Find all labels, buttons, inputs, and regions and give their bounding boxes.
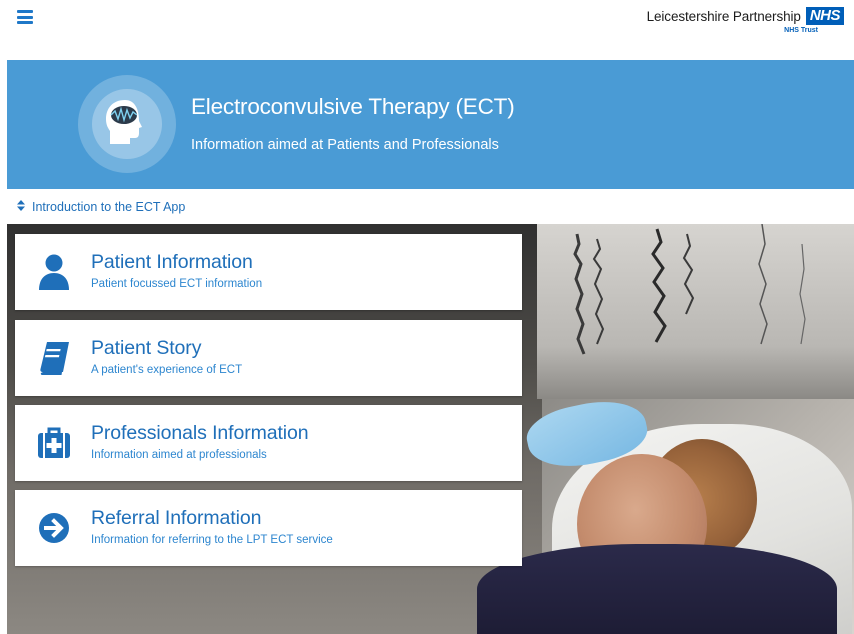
logo-trust-label: NHS Trust: [784, 27, 818, 34]
menu-card-patient-information[interactable]: Patient Information Patient focussed ECT…: [15, 234, 522, 310]
card-title: Patient Story: [91, 337, 202, 359]
logo-org-name: Leicestershire Partnership: [646, 8, 801, 24]
page-title: Electroconvulsive Therapy (ECT): [191, 94, 515, 119]
top-bar: Leicestershire Partnership NHS NHS Trust: [0, 0, 854, 58]
head-brainwave-icon: [78, 75, 176, 173]
card-description: Information for referring to the LPT ECT…: [91, 534, 333, 546]
nhs-trust-logo: Leicestershire Partnership NHS NHS Trust: [647, 7, 844, 34]
card-description: Patient focussed ECT information: [91, 278, 263, 290]
hamburger-icon[interactable]: [17, 10, 33, 24]
book-icon: [38, 338, 70, 378]
card-title: Referral Information: [91, 507, 262, 529]
menu-card-patient-story[interactable]: Patient Story A patient's experience of …: [15, 320, 522, 396]
menu-card-referral-information[interactable]: Referral Information Information for ref…: [15, 490, 522, 566]
user-icon: [38, 252, 70, 292]
intro-link[interactable]: Introduction to the ECT App: [17, 200, 185, 214]
medical-kit-icon: [38, 423, 70, 463]
page-subtitle: Information aimed at Patients and Profes…: [191, 137, 499, 153]
menu-card-professionals-information[interactable]: Professionals Information Information ai…: [15, 405, 522, 481]
intro-link-label: Introduction to the ECT App: [32, 200, 186, 214]
card-title: Patient Information: [91, 251, 253, 273]
card-description: A patient's experience of ECT: [91, 364, 243, 376]
eeg-monitor-image: [537, 224, 854, 399]
sort-arrows-icon: [17, 200, 25, 214]
card-title: Professionals Information: [91, 422, 309, 444]
nhs-badge: NHS: [805, 7, 844, 25]
arrow-circle-right-icon: [38, 508, 70, 548]
card-description: Information aimed at professionals: [91, 449, 267, 461]
header-banner: Electroconvulsive Therapy (ECT) Informat…: [7, 60, 854, 189]
